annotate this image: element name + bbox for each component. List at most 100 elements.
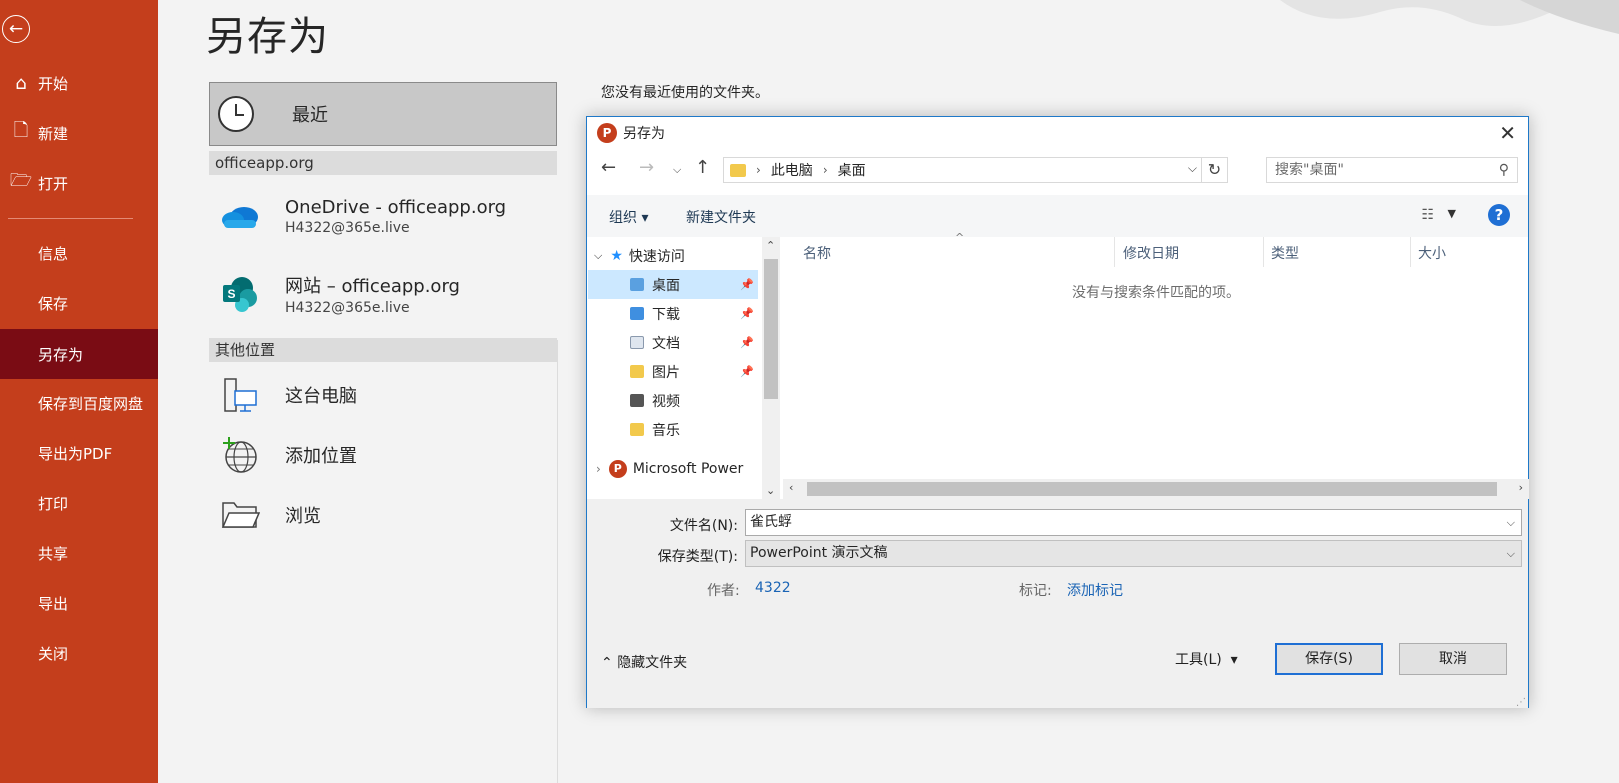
svg-text:S: S xyxy=(227,287,235,301)
tools-button[interactable]: 工具(L) ▾ xyxy=(1175,649,1238,669)
column-type[interactable]: 类型 xyxy=(1271,243,1299,263)
sidebar-item-open[interactable]: 🗁 打开 xyxy=(0,159,158,207)
chevron-down-icon[interactable]: ⌵ xyxy=(1188,161,1197,176)
chevron-down-icon[interactable]: ⌄ xyxy=(766,484,775,497)
tree-item-quick-access[interactable]: ⌵ ★ 快速访问 xyxy=(588,241,758,270)
chevron-down-icon[interactable]: ⌵ xyxy=(1507,510,1515,535)
chevron-right-icon: › xyxy=(822,163,828,177)
tree-item-desktop[interactable]: 桌面 📌 xyxy=(588,270,758,299)
filename-label: 文件名(N): xyxy=(669,518,738,534)
filename-input[interactable]: 雀氏蜉 ⌵ xyxy=(745,509,1522,536)
home-icon: ⌂ xyxy=(15,72,27,94)
add-tags-link[interactable]: 添加标记 xyxy=(1067,580,1123,600)
location-name: OneDrive - officeapp.org xyxy=(285,196,507,218)
sidebar-item-label: 导出 xyxy=(38,594,69,613)
tree-item-pictures[interactable]: 图片 📌 xyxy=(588,357,758,386)
sidebar-item-save-as[interactable]: 另存为 xyxy=(0,329,158,379)
close-icon: ✕ xyxy=(1499,121,1516,145)
close-button[interactable]: ✕ xyxy=(1499,121,1516,145)
view-options-icon[interactable]: ☷ xyxy=(1421,207,1434,223)
help-icon[interactable]: ? xyxy=(1488,204,1510,226)
refresh-icon[interactable]: ↻ xyxy=(1201,158,1227,182)
location-this-pc[interactable]: 这台电脑 xyxy=(209,367,557,423)
tree-item-documents[interactable]: 文档 📌 xyxy=(588,328,758,357)
column-name[interactable]: 名称 xyxy=(803,243,831,263)
sidebar-item-label: 另存为 xyxy=(38,345,84,364)
back-button[interactable]: ← xyxy=(2,15,30,43)
sidebar-item-share[interactable]: 共享 xyxy=(0,529,158,577)
tree-item-downloads[interactable]: 下载 📌 xyxy=(588,299,758,328)
column-size[interactable]: 大小 xyxy=(1418,243,1446,263)
chevron-right-icon[interactable]: › xyxy=(1519,481,1523,494)
dialog-titlebar[interactable]: P 另存为 xyxy=(587,117,1528,149)
location-name: 网站 – officeapp.org xyxy=(285,276,460,297)
videos-folder-icon xyxy=(630,394,644,407)
new-folder-button[interactable]: 新建文件夹 xyxy=(686,207,756,227)
sidebar-item-label: 新建 xyxy=(38,124,69,143)
tree-scrollbar[interactable]: ⌃ ⌄ xyxy=(762,237,780,499)
scrollbar-thumb[interactable] xyxy=(807,482,1497,496)
chevron-down-icon[interactable]: ⌵ xyxy=(1507,541,1515,566)
location-name: 浏览 xyxy=(285,506,321,527)
computer-icon xyxy=(215,373,265,417)
file-list-header: ^ 名称 修改日期 类型 大小 xyxy=(783,231,1529,267)
save-button[interactable]: 保存(S) xyxy=(1275,643,1383,675)
up-arrow-icon[interactable]: ↑ xyxy=(695,157,710,178)
backstage-sidebar: ← ⌂ 开始 🗋 新建 🗁 打开 信息 保存 另存为 保存到百度网盘 导出为PD… xyxy=(0,0,158,783)
sidebar-item-export[interactable]: 导出 xyxy=(0,579,158,627)
location-onedrive[interactable]: OneDrive - officeapp.org H4322@365e.live xyxy=(209,188,557,244)
chevron-left-icon[interactable]: ‹ xyxy=(789,481,793,494)
sidebar-item-save-baidu[interactable]: 保存到百度网盘 xyxy=(0,379,158,427)
tree-item-music[interactable]: 音乐 xyxy=(588,415,758,444)
hide-folders-button[interactable]: ⌃ 隐藏文件夹 xyxy=(601,652,687,672)
sidebar-item-print[interactable]: 打印 xyxy=(0,479,158,527)
chevron-up-icon[interactable]: ⌃ xyxy=(766,239,775,252)
navigation-tree: ⌵ ★ 快速访问 桌面 📌 下载 📌 文档 📌 图片 📌 视频 音乐 › P M… xyxy=(588,237,775,499)
search-input[interactable]: 搜索"桌面" ⚲ xyxy=(1266,157,1518,183)
recent-location[interactable]: 最近 xyxy=(209,82,557,146)
sidebar-item-label: 打印 xyxy=(38,494,69,513)
recent-locations-chevron-icon[interactable]: ⌵ xyxy=(673,163,681,177)
sidebar-item-export-pdf[interactable]: 导出为PDF xyxy=(0,429,158,477)
folder-browse-icon xyxy=(215,493,265,537)
column-divider xyxy=(1263,237,1264,267)
location-browse[interactable]: 浏览 xyxy=(209,487,557,543)
sharepoint-icon: S xyxy=(215,272,265,316)
clock-icon xyxy=(218,96,254,132)
onedrive-icon xyxy=(215,194,265,238)
horizontal-scrollbar[interactable]: ‹ › xyxy=(783,479,1529,499)
back-arrow-icon[interactable]: ← xyxy=(601,157,616,178)
sidebar-item-new[interactable]: 🗋 新建 xyxy=(0,109,158,157)
page-title: 另存为 xyxy=(206,14,329,60)
organize-button[interactable]: 组织 ▾ xyxy=(609,207,648,227)
sidebar-item-close[interactable]: 关闭 xyxy=(0,629,158,677)
music-folder-icon xyxy=(630,423,644,436)
scrollbar-thumb[interactable] xyxy=(764,259,778,399)
column-modified[interactable]: 修改日期 xyxy=(1123,243,1179,263)
breadcrumb-this-pc[interactable]: 此电脑 xyxy=(771,160,813,180)
pictures-folder-icon xyxy=(630,365,644,378)
breadcrumb-desktop[interactable]: 桌面 xyxy=(838,160,866,180)
filetype-select[interactable]: PowerPoint 演示文稿 ⌵ xyxy=(745,540,1522,567)
address-bar[interactable]: › 此电脑 › 桌面 ⌵ ↻ xyxy=(723,157,1228,183)
author-value[interactable]: 4322 xyxy=(755,580,791,596)
tree-item-powerpoint[interactable]: › P Microsoft Power xyxy=(588,454,758,483)
location-account: H4322@365e.live xyxy=(285,219,410,236)
forward-arrow-icon[interactable]: → xyxy=(639,157,654,178)
desktop-folder-icon xyxy=(630,278,644,291)
location-add-place[interactable]: 添加位置 xyxy=(209,427,557,483)
pin-icon: 📌 xyxy=(740,365,754,378)
resize-grip-icon[interactable]: ⋰ xyxy=(1516,697,1526,708)
sidebar-item-save[interactable]: 保存 xyxy=(0,279,158,327)
view-dropdown-icon[interactable]: ▼ xyxy=(1448,207,1456,220)
pin-icon: 📌 xyxy=(740,336,754,349)
location-sharepoint-site[interactable]: S 网站 – officeapp.org H4322@365e.live xyxy=(209,266,557,322)
sidebar-item-info[interactable]: 信息 xyxy=(0,229,158,277)
cancel-button[interactable]: 取消 xyxy=(1399,643,1507,675)
folder-icon xyxy=(730,163,746,177)
navigation-bar: ← → ⌵ ↑ › 此电脑 › 桌面 ⌵ ↻ 搜索"桌面" ⚲ xyxy=(587,155,1528,185)
sidebar-item-label: 共享 xyxy=(38,544,69,563)
sidebar-item-label: 保存到百度网盘 xyxy=(38,394,144,413)
tree-item-videos[interactable]: 视频 xyxy=(588,386,758,415)
sidebar-item-home[interactable]: ⌂ 开始 xyxy=(0,59,158,107)
